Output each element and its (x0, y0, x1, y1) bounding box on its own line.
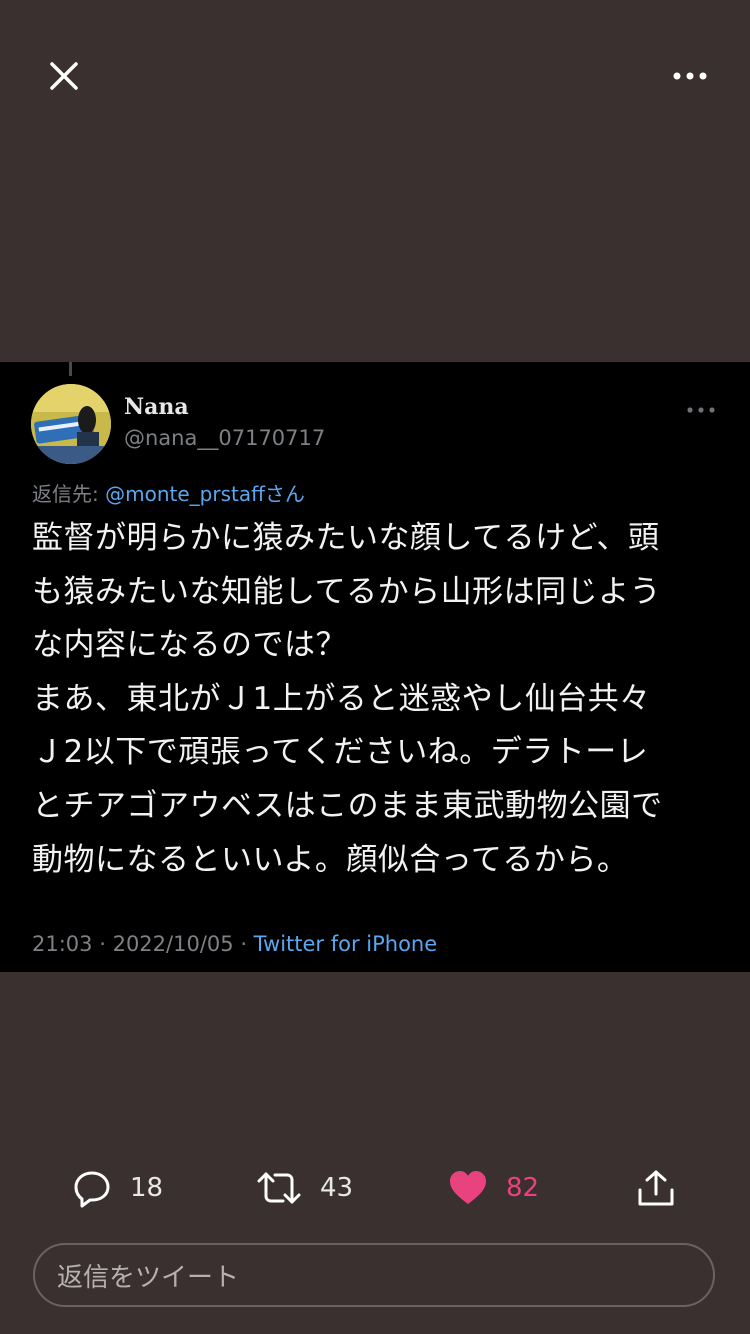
share-button[interactable] (636, 1160, 676, 1216)
reply-mention-link[interactable]: @monte_prstaff (105, 482, 265, 506)
tweet-time: 21:03 (32, 932, 93, 956)
retweet-count: 43 (320, 1173, 354, 1203)
tweet-card: Nana @nana__07170717 返信先: @monte_prstaff… (0, 362, 750, 972)
meta-separator: · (99, 932, 113, 956)
action-bar: 18 43 82 (0, 1160, 750, 1216)
reply-count: 18 (130, 1173, 164, 1203)
like-icon (450, 1171, 486, 1204)
tweet-text-line: も猿みたいな知能してるから山形は同じよう (32, 573, 662, 610)
author-name[interactable]: Nana (124, 394, 189, 420)
close-icon (50, 62, 78, 90)
reply-input[interactable]: 返信をツイート (33, 1243, 715, 1307)
thread-line (69, 362, 72, 376)
avatar[interactable] (31, 384, 111, 464)
tweet-text-line: な内容になるのでは？ (32, 627, 347, 664)
close-button[interactable] (44, 56, 84, 96)
tweet-source-link[interactable]: Twitter for iPhone (254, 932, 438, 956)
author-handle[interactable]: @nana__07170717 (124, 426, 325, 450)
tweet-meta: 21:03 · 2022/10/05 · Twitter for iPhone (32, 932, 437, 956)
tweet-date: 2022/10/05 (112, 932, 234, 956)
tweet-text-line: 監督が明らかに猿みたいな顔してるけど、頭 (32, 520, 660, 556)
more-icon (673, 72, 707, 80)
tweet-text-line: Ｊ2以下で頑張ってくださいね。デラトーレ (32, 734, 649, 771)
reply-input-placeholder: 返信をツイート (57, 1262, 240, 1293)
reply-suffix: さん (264, 482, 305, 506)
reply-context: 返信先: @monte_prstaffさん (32, 478, 305, 507)
more-icon (687, 407, 715, 413)
reply-prefix: 返信先: (32, 482, 99, 506)
tweet-text-line: とチアゴアウベスはこのまま東武動物公園で (32, 787, 663, 824)
share-icon (638, 1170, 674, 1206)
tweet-text: 監督が明らかに猿みたいな顔してるけど、頭 も猿みたいな知能してるから山形は同じよ… (32, 512, 722, 887)
like-button[interactable]: 82 (448, 1160, 539, 1216)
retweet-button[interactable]: 43 (256, 1160, 353, 1216)
reply-icon (74, 1171, 110, 1208)
like-count: 82 (506, 1173, 540, 1203)
reply-button[interactable]: 18 (72, 1160, 163, 1216)
retweet-icon (257, 1172, 301, 1204)
meta-separator: · (240, 932, 254, 956)
tweet-text-line: 動物になるといいよ。顔似合ってるから。 (32, 841, 629, 878)
more-options-button[interactable] (670, 60, 710, 92)
tweet-text-line: まあ、東北がＪ1上がると迷惑やし仙台共々 (32, 680, 651, 717)
tweet-more-button[interactable] (684, 400, 718, 420)
